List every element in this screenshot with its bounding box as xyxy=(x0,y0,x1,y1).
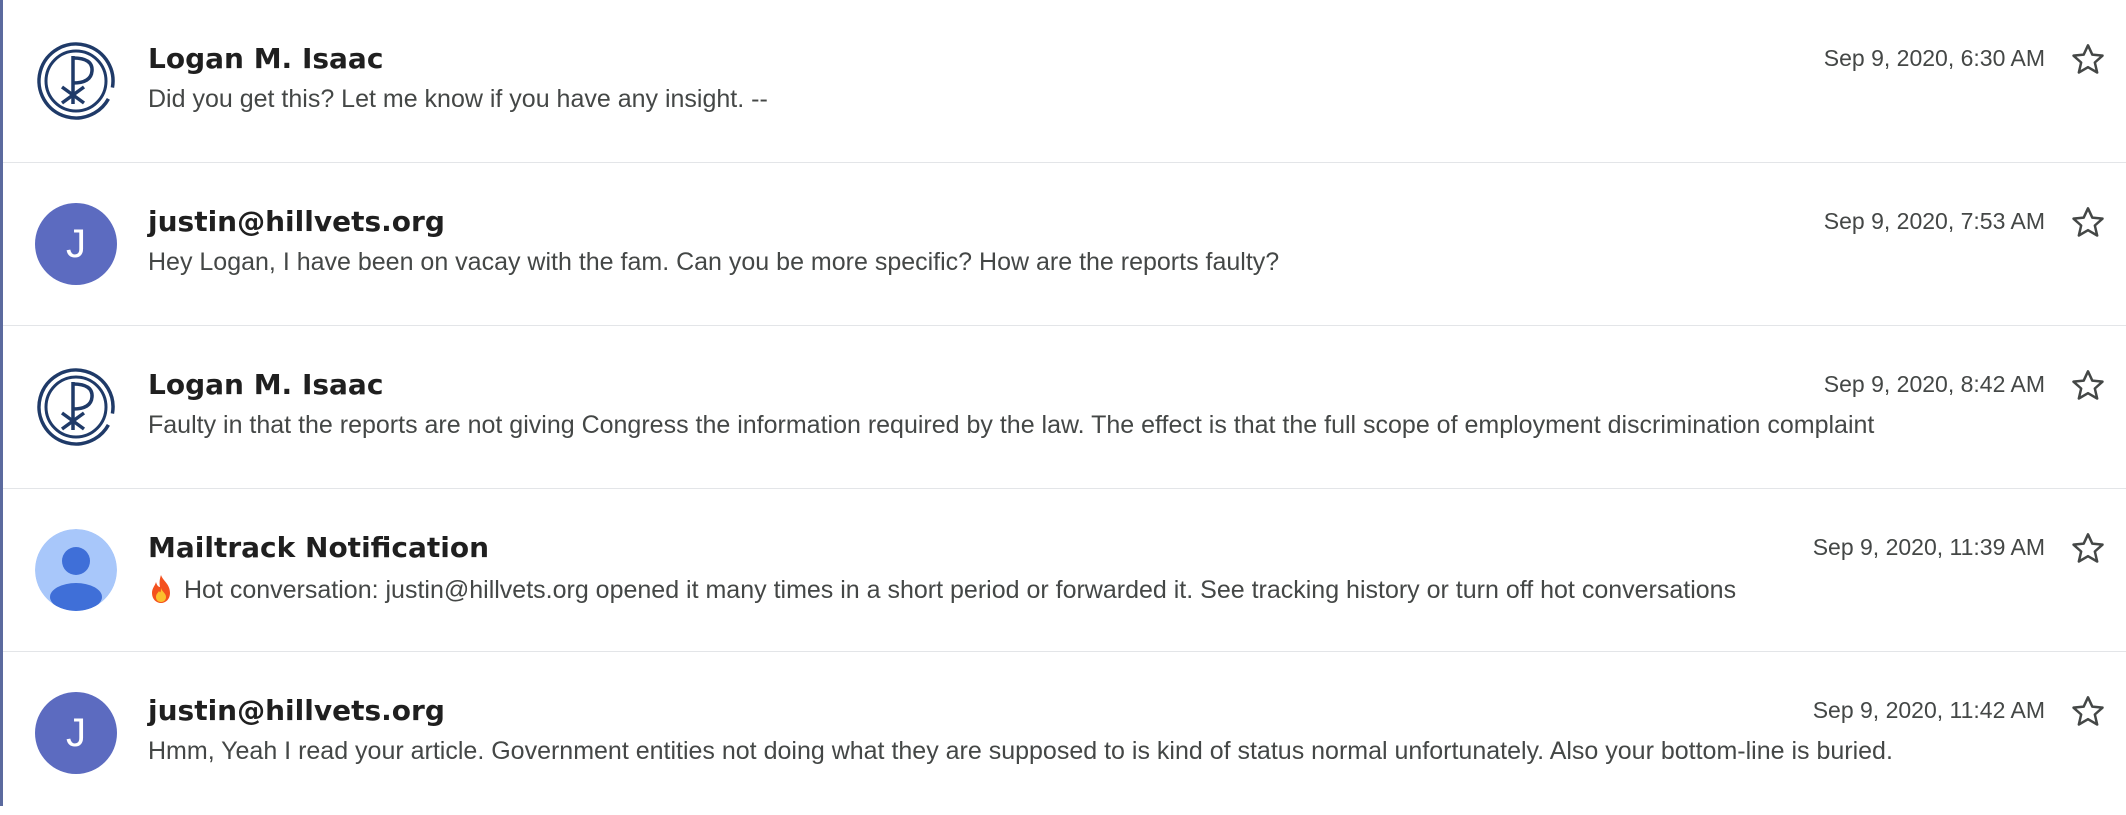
star-icon[interactable] xyxy=(2068,366,2108,406)
message-date: Sep 9, 2020, 6:30 AM xyxy=(1823,45,2045,71)
email-thread: Logan M. Isaac Did you get this? Let me … xyxy=(3,0,2126,815)
thread-message[interactable]: J justin@hillvets.org Hmm, Yeah I read y… xyxy=(3,652,2126,815)
message-snippet: Hot conversation: justin@hillvets.org op… xyxy=(148,574,1736,605)
chi-rho-logo-icon xyxy=(37,368,115,446)
sender-name: Logan M. Isaac xyxy=(148,368,384,401)
fire-icon xyxy=(148,574,174,604)
sender-name: justin@hillvets.org xyxy=(148,694,445,727)
thread-message[interactable]: Logan M. Isaac Faulty in that the report… xyxy=(3,326,2126,489)
message-date: Sep 9, 2020, 11:39 AM xyxy=(1812,534,2045,560)
avatar: J xyxy=(35,203,117,285)
star-icon[interactable] xyxy=(2068,40,2108,80)
thread-message[interactable]: Mailtrack Notification Hot conversation:… xyxy=(3,489,2126,652)
person-icon xyxy=(35,529,117,611)
sender-name: justin@hillvets.org xyxy=(148,205,445,238)
sender-name: Logan M. Isaac xyxy=(148,42,384,75)
message-snippet: Hmm, Yeah I read your article. Governmen… xyxy=(148,737,1893,765)
message-date: Sep 9, 2020, 11:42 AM xyxy=(1812,697,2045,723)
message-date: Sep 9, 2020, 8:42 AM xyxy=(1823,371,2045,397)
snippet-text: Hot conversation: justin@hillvets.org op… xyxy=(184,576,1737,604)
thread-message[interactable]: Logan M. Isaac Did you get this? Let me … xyxy=(3,0,2126,163)
message-snippet: Hey Logan, I have been on vacay with the… xyxy=(148,248,1280,276)
message-snippet: Faulty in that the reports are not givin… xyxy=(148,411,1875,439)
star-icon[interactable] xyxy=(2068,692,2108,732)
avatar xyxy=(35,366,117,448)
star-icon[interactable] xyxy=(2068,203,2108,243)
thread-message[interactable]: J justin@hillvets.org Hey Logan, I have … xyxy=(3,163,2126,326)
star-icon[interactable] xyxy=(2068,529,2108,569)
message-snippet: Did you get this? Let me know if you hav… xyxy=(148,85,768,113)
avatar xyxy=(35,40,117,122)
chi-rho-logo-icon xyxy=(37,42,115,120)
message-date: Sep 9, 2020, 7:53 AM xyxy=(1823,208,2045,234)
avatar xyxy=(35,529,117,611)
avatar: J xyxy=(35,692,117,774)
sender-name: Mailtrack Notification xyxy=(148,531,490,564)
